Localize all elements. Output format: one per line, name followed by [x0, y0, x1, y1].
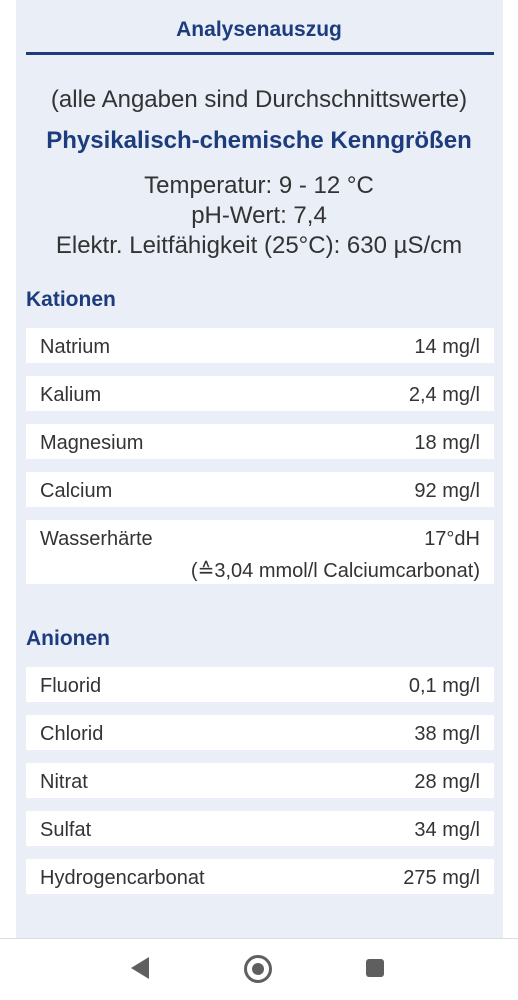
row-label: Kalium: [40, 384, 102, 406]
row-value: 38 mg/l: [414, 723, 480, 745]
ph-line: pH-Wert: 7,4: [191, 202, 327, 229]
recent-apps-icon[interactable]: [366, 959, 384, 977]
title-divider: [26, 52, 494, 55]
row-value: 17°dH: [424, 528, 480, 550]
kationen-row: Calcium 92 mg/l: [26, 472, 494, 507]
kationen-row: Kalium 2,4 mg/l: [26, 376, 494, 411]
row-label: Sulfat: [40, 819, 92, 841]
row-label: Nitrat: [40, 771, 88, 793]
kationen-row: Magnesium 18 mg/l: [26, 424, 494, 459]
row-label: Fluorid: [40, 675, 102, 697]
anionen-row: Nitrat 28 mg/l: [26, 763, 494, 798]
row-label: Chlorid: [40, 723, 104, 745]
averages-note: (alle Angaben sind Durchschnittswerte): [50, 86, 468, 113]
row-value: 14 mg/l: [414, 336, 480, 358]
back-icon[interactable]: [131, 957, 149, 979]
row-value: 0,1 mg/l: [408, 675, 480, 697]
row-label: Magnesium: [40, 432, 144, 454]
screen: Analysenauszug (alle Angaben sind Durchs…: [0, 0, 518, 1000]
row-value: 275 mg/l: [403, 867, 480, 889]
row-value: 28 mg/l: [414, 771, 480, 793]
row-label: Calcium: [40, 480, 113, 502]
row-value: 92 mg/l: [414, 480, 480, 502]
physchem-subheading: Physikalisch-chemische Kenngrößen: [46, 127, 472, 154]
row-label: Wasserhärte: [40, 528, 153, 550]
row-value: 18 mg/l: [414, 432, 480, 454]
anionen-heading: Anionen: [26, 627, 110, 650]
anionen-row: Sulfat 34 mg/l: [26, 811, 494, 846]
home-icon[interactable]: [244, 955, 272, 983]
kationen-row-hardness: Wasserhärte 17°dH (≙3,04 mmol/l Calciumc…: [26, 520, 494, 584]
kationen-heading: Kationen: [26, 288, 116, 311]
temperature-line: Temperatur: 9 - 12 °C: [144, 172, 374, 199]
row-label: Natrium: [40, 336, 111, 358]
hardness-note: (≙3,04 mmol/l Calciumcarbonat): [190, 560, 480, 582]
row-label: Hydrogencarbonat: [40, 867, 205, 889]
system-navigation-bar: [0, 938, 518, 1000]
anionen-row: Fluorid 0,1 mg/l: [26, 667, 494, 702]
conductivity-line: Elektr. Leitfähigkeit (25°C): 630 µS/cm: [55, 232, 463, 259]
anionen-row: Hydrogencarbonat 275 mg/l: [26, 859, 494, 894]
kationen-row: Natrium 14 mg/l: [26, 328, 494, 363]
anionen-row: Chlorid 38 mg/l: [26, 715, 494, 750]
row-value: 34 mg/l: [414, 819, 480, 841]
row-value: 2,4 mg/l: [408, 384, 480, 406]
panel-title: Analysenauszug: [176, 18, 342, 41]
